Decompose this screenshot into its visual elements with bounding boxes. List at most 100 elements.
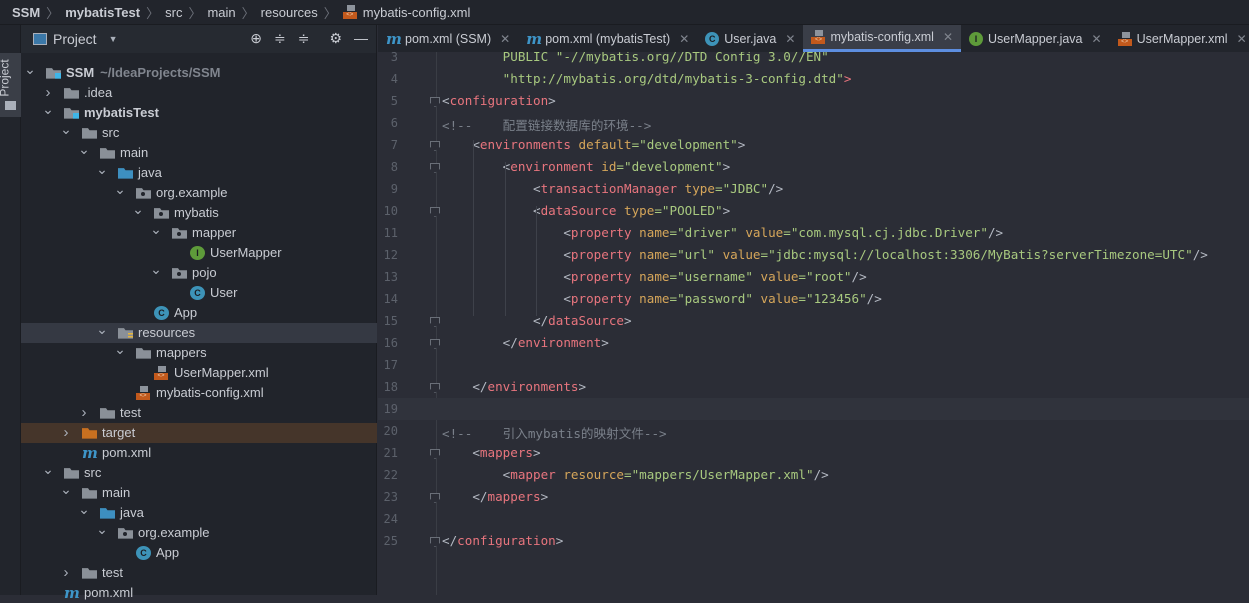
breadcrumb-item[interactable]: SSM xyxy=(12,5,40,20)
tree-item[interactable]: ⌄ src xyxy=(21,461,377,483)
minimize-icon[interactable]: — xyxy=(354,30,368,47)
close-icon[interactable]: ✕ xyxy=(1092,32,1102,46)
close-icon[interactable]: ✕ xyxy=(785,32,795,46)
editor-tab[interactable]: mybatis-config.xml ✕ xyxy=(803,25,962,52)
chevron-down-icon[interactable]: ⌄ xyxy=(96,519,108,539)
fold-marker-icon[interactable] xyxy=(430,493,440,503)
tree-item[interactable]: ⌄ java xyxy=(21,501,377,523)
editor-tab[interactable]: UserMapper.xml ✕ xyxy=(1110,25,1249,52)
code-token: ="POOLED" xyxy=(654,203,723,218)
chevron-right-icon[interactable]: › xyxy=(60,563,72,583)
xml-file-icon xyxy=(136,386,151,400)
breadcrumb-item[interactable]: main xyxy=(207,5,235,20)
code-token: configuration xyxy=(449,93,549,108)
close-icon[interactable]: ✕ xyxy=(943,30,953,44)
chevron-down-icon[interactable]: ⌄ xyxy=(42,99,54,119)
breadcrumb-item[interactable]: mybatis-config.xml xyxy=(363,5,471,20)
tree-item[interactable]: › test xyxy=(21,563,377,583)
tree-item[interactable]: m pom.xml xyxy=(21,443,377,463)
tree-item[interactable]: C User xyxy=(21,283,377,303)
tree-item[interactable]: ⌄ main xyxy=(21,141,377,163)
close-icon[interactable]: ✕ xyxy=(679,32,689,46)
fold-marker-icon[interactable] xyxy=(430,383,440,393)
chevron-down-icon[interactable]: ⌄ xyxy=(114,339,126,359)
chevron-down-icon[interactable]: ⌄ xyxy=(60,479,72,499)
chevron-right-icon[interactable]: › xyxy=(60,423,72,443)
tree-item[interactable]: › test xyxy=(21,403,377,423)
code-token: > xyxy=(623,313,632,328)
tree-item[interactable]: ⌄ SSM ~/IdeaProjects/SSM xyxy=(21,61,377,83)
editor-tab[interactable]: C User.java ✕ xyxy=(697,25,803,52)
breadcrumb-item[interactable]: mybatisTest xyxy=(65,5,140,20)
tree-item[interactable]: ⌄ main xyxy=(21,481,377,503)
line-number: 15 xyxy=(383,314,398,328)
chevron-down-icon[interactable]: ⌄ xyxy=(42,459,54,479)
tree-item[interactable]: ⌄ mybatisTest xyxy=(21,101,377,123)
fold-marker-icon[interactable] xyxy=(430,449,440,459)
project-tool-button[interactable]: Project xyxy=(0,53,21,117)
folder-icon xyxy=(64,88,79,99)
locate-icon[interactable]: ⊕ xyxy=(250,30,262,47)
code-token: < xyxy=(442,159,511,174)
code-token: dataSource xyxy=(540,203,624,218)
tree-item[interactable]: ⌄ resources xyxy=(21,321,377,343)
fold-marker-icon[interactable] xyxy=(430,97,440,107)
tree-item[interactable]: ⌄ mappers xyxy=(21,341,377,363)
editor-tab[interactable]: m pom.xml (mybatisTest) ✕ xyxy=(518,25,697,52)
tree-item[interactable]: › target xyxy=(21,423,377,443)
breadcrumb-item[interactable]: src xyxy=(165,5,182,20)
tree-item[interactable]: mybatis-config.xml xyxy=(21,383,377,403)
tree-item-label: main xyxy=(102,483,130,503)
tree-item[interactable]: ⌄ pojo xyxy=(21,261,377,283)
chevron-down-icon[interactable]: ⌄ xyxy=(114,179,126,199)
code-token: > xyxy=(737,137,746,152)
collapse-all-icon[interactable]: ≑ xyxy=(298,30,310,47)
editor-tab[interactable]: m pom.xml (SSM) ✕ xyxy=(378,25,518,52)
chevron-right-icon[interactable]: › xyxy=(78,403,90,423)
editor-tab[interactable]: I UserMapper.java ✕ xyxy=(961,25,1110,52)
tree-item[interactable]: ⌄ src xyxy=(21,121,377,143)
fold-marker-icon[interactable] xyxy=(430,141,440,151)
tree-item[interactable]: ⌄ mybatis xyxy=(21,201,377,223)
code-line: <property name="password" value="123456"… xyxy=(442,291,882,306)
close-icon[interactable]: ✕ xyxy=(500,32,510,46)
fold-marker-icon[interactable] xyxy=(430,163,440,173)
chevron-down-icon[interactable]: ⌄ xyxy=(96,319,108,339)
chevron-down-icon[interactable]: ⌄ xyxy=(96,159,108,179)
tree-item[interactable]: C App xyxy=(21,543,377,563)
chevron-down-icon[interactable]: ⌄ xyxy=(150,219,162,239)
chevron-down-icon[interactable]: ⌄ xyxy=(78,139,90,159)
code-editor[interactable]: 3 PUBLIC "-//mybatis.org//DTD Config 3.0… xyxy=(378,52,1249,595)
code-token: ="com.mysql.cj.jdbc.Driver" xyxy=(783,225,988,240)
folder-icon xyxy=(136,348,151,359)
breadcrumb-separator-icon: 〉 xyxy=(188,5,202,21)
tree-item[interactable]: UserMapper.xml xyxy=(21,363,377,383)
tree-item[interactable]: ⌄ org.example xyxy=(21,181,377,203)
tree-item[interactable]: › .idea xyxy=(21,83,377,103)
fold-marker-icon[interactable] xyxy=(430,317,440,327)
tree-item[interactable]: ⌄ java xyxy=(21,161,377,183)
project-view-selector[interactable]: Project xyxy=(53,31,97,47)
fold-marker-icon[interactable] xyxy=(430,207,440,217)
tree-item-label: mybatisTest xyxy=(84,103,159,123)
chevron-down-icon[interactable]: ▼ xyxy=(109,34,118,44)
tree-item-name: test xyxy=(120,405,141,420)
chevron-down-icon[interactable]: ⌄ xyxy=(60,119,72,139)
fold-marker-icon[interactable] xyxy=(430,339,440,349)
tree-item[interactable]: I UserMapper xyxy=(21,243,377,263)
code-token: < xyxy=(442,291,571,306)
chevron-down-icon[interactable]: ⌄ xyxy=(24,59,36,79)
expand-all-icon[interactable]: ≑ xyxy=(274,30,286,47)
tree-item[interactable]: C App xyxy=(21,303,377,323)
chevron-down-icon[interactable]: ⌄ xyxy=(78,499,90,519)
tree-item[interactable]: m pom.xml xyxy=(21,583,377,603)
class-icon: C xyxy=(136,546,151,560)
close-icon[interactable]: ✕ xyxy=(1237,32,1247,46)
chevron-down-icon[interactable]: ⌄ xyxy=(150,259,162,279)
breadcrumb-item[interactable]: resources xyxy=(261,5,318,20)
tree-item[interactable]: ⌄ mapper xyxy=(21,221,377,243)
fold-marker-icon[interactable] xyxy=(430,537,440,547)
tree-item[interactable]: ⌄ org.example xyxy=(21,521,377,543)
gear-icon[interactable]: ⚙ xyxy=(329,30,342,47)
chevron-down-icon[interactable]: ⌄ xyxy=(132,199,144,219)
